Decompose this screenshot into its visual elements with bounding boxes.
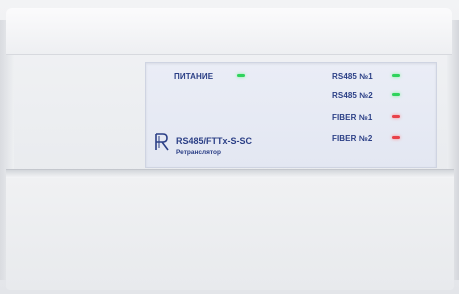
fiber-2-label: FIBER №2 (332, 134, 373, 143)
rs485-2-label: RS485 №2 (332, 91, 373, 100)
fiber-1-led-icon (392, 115, 400, 118)
rs485-1-label: RS485 №1 (332, 72, 373, 81)
rs485-1-led-icon (392, 74, 400, 77)
rs485-2-led-icon (392, 93, 400, 96)
fiber-1-label: FIBER №1 (332, 113, 373, 122)
fiber-2-led-icon (392, 136, 400, 139)
front-label-panel: ПИТАНИЕ RS485 №1 RS485 №2 FIBER №1 FIBER… (145, 62, 437, 168)
model-name: RS485/FTTx-S-SC (176, 136, 253, 146)
enclosure-top-lid (6, 8, 452, 54)
device-type: Ретранслятор (176, 149, 221, 156)
device-enclosure: ПИТАНИЕ RS485 №1 RS485 №2 FIBER №1 FIBER… (0, 0, 459, 294)
power-label: ПИТАНИЕ (174, 72, 214, 81)
enclosure-bottom-cover (6, 178, 454, 290)
enclosure-seam (6, 170, 454, 178)
power-led-icon (237, 74, 245, 77)
brand-logo-icon (155, 133, 169, 151)
